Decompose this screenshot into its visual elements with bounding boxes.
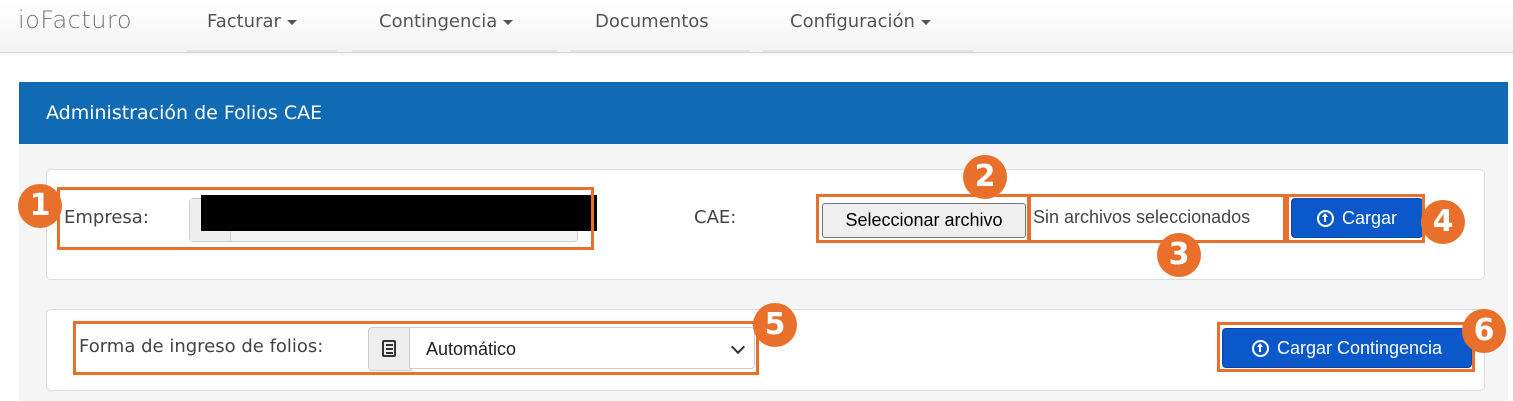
caret-down-icon (503, 19, 514, 25)
nav-configuracion-label: Configuración (790, 11, 915, 32)
nav-contingencia-label: Contingencia (379, 11, 498, 32)
annotation-badge-1: 1 (18, 184, 62, 228)
annotation-badge-5: 5 (753, 303, 797, 347)
top-navbar: ioFacturo Facturar Contingencia Document… (0, 0, 1513, 53)
cae-label: CAE: (694, 207, 737, 228)
nav-underline (763, 50, 973, 52)
nav-underline (352, 50, 557, 52)
nav-facturar-label: Facturar (207, 11, 281, 32)
brand-logo[interactable]: ioFacturo (18, 6, 132, 34)
annotation-badge-4: 4 (1421, 200, 1465, 244)
annotation-box-3 (1028, 194, 1286, 243)
nav-underline (187, 50, 337, 52)
nav-documentos[interactable]: Documentos (570, 0, 750, 52)
annotation-box-4 (1286, 194, 1425, 243)
nav-underline (570, 50, 750, 52)
caret-down-icon (920, 19, 931, 25)
annotation-badge-6: 6 (1462, 309, 1506, 353)
nav-contingencia[interactable]: Contingencia (352, 0, 557, 52)
annotation-box-2 (816, 194, 1030, 243)
annotation-box-5 (73, 321, 759, 375)
annotation-box-6 (1217, 322, 1475, 372)
caret-down-icon (286, 19, 297, 25)
panel-title: Administración de Folios CAE (46, 102, 323, 124)
nav-facturar[interactable]: Facturar (187, 0, 337, 52)
annotation-box-1 (57, 187, 594, 250)
nav-documentos-label: Documentos (595, 11, 709, 32)
nav-configuracion[interactable]: Configuración (763, 0, 973, 52)
panel-header: Administración de Folios CAE (19, 82, 1508, 144)
annotation-badge-3: 3 (1157, 233, 1201, 277)
annotation-badge-2: 2 (963, 155, 1007, 199)
